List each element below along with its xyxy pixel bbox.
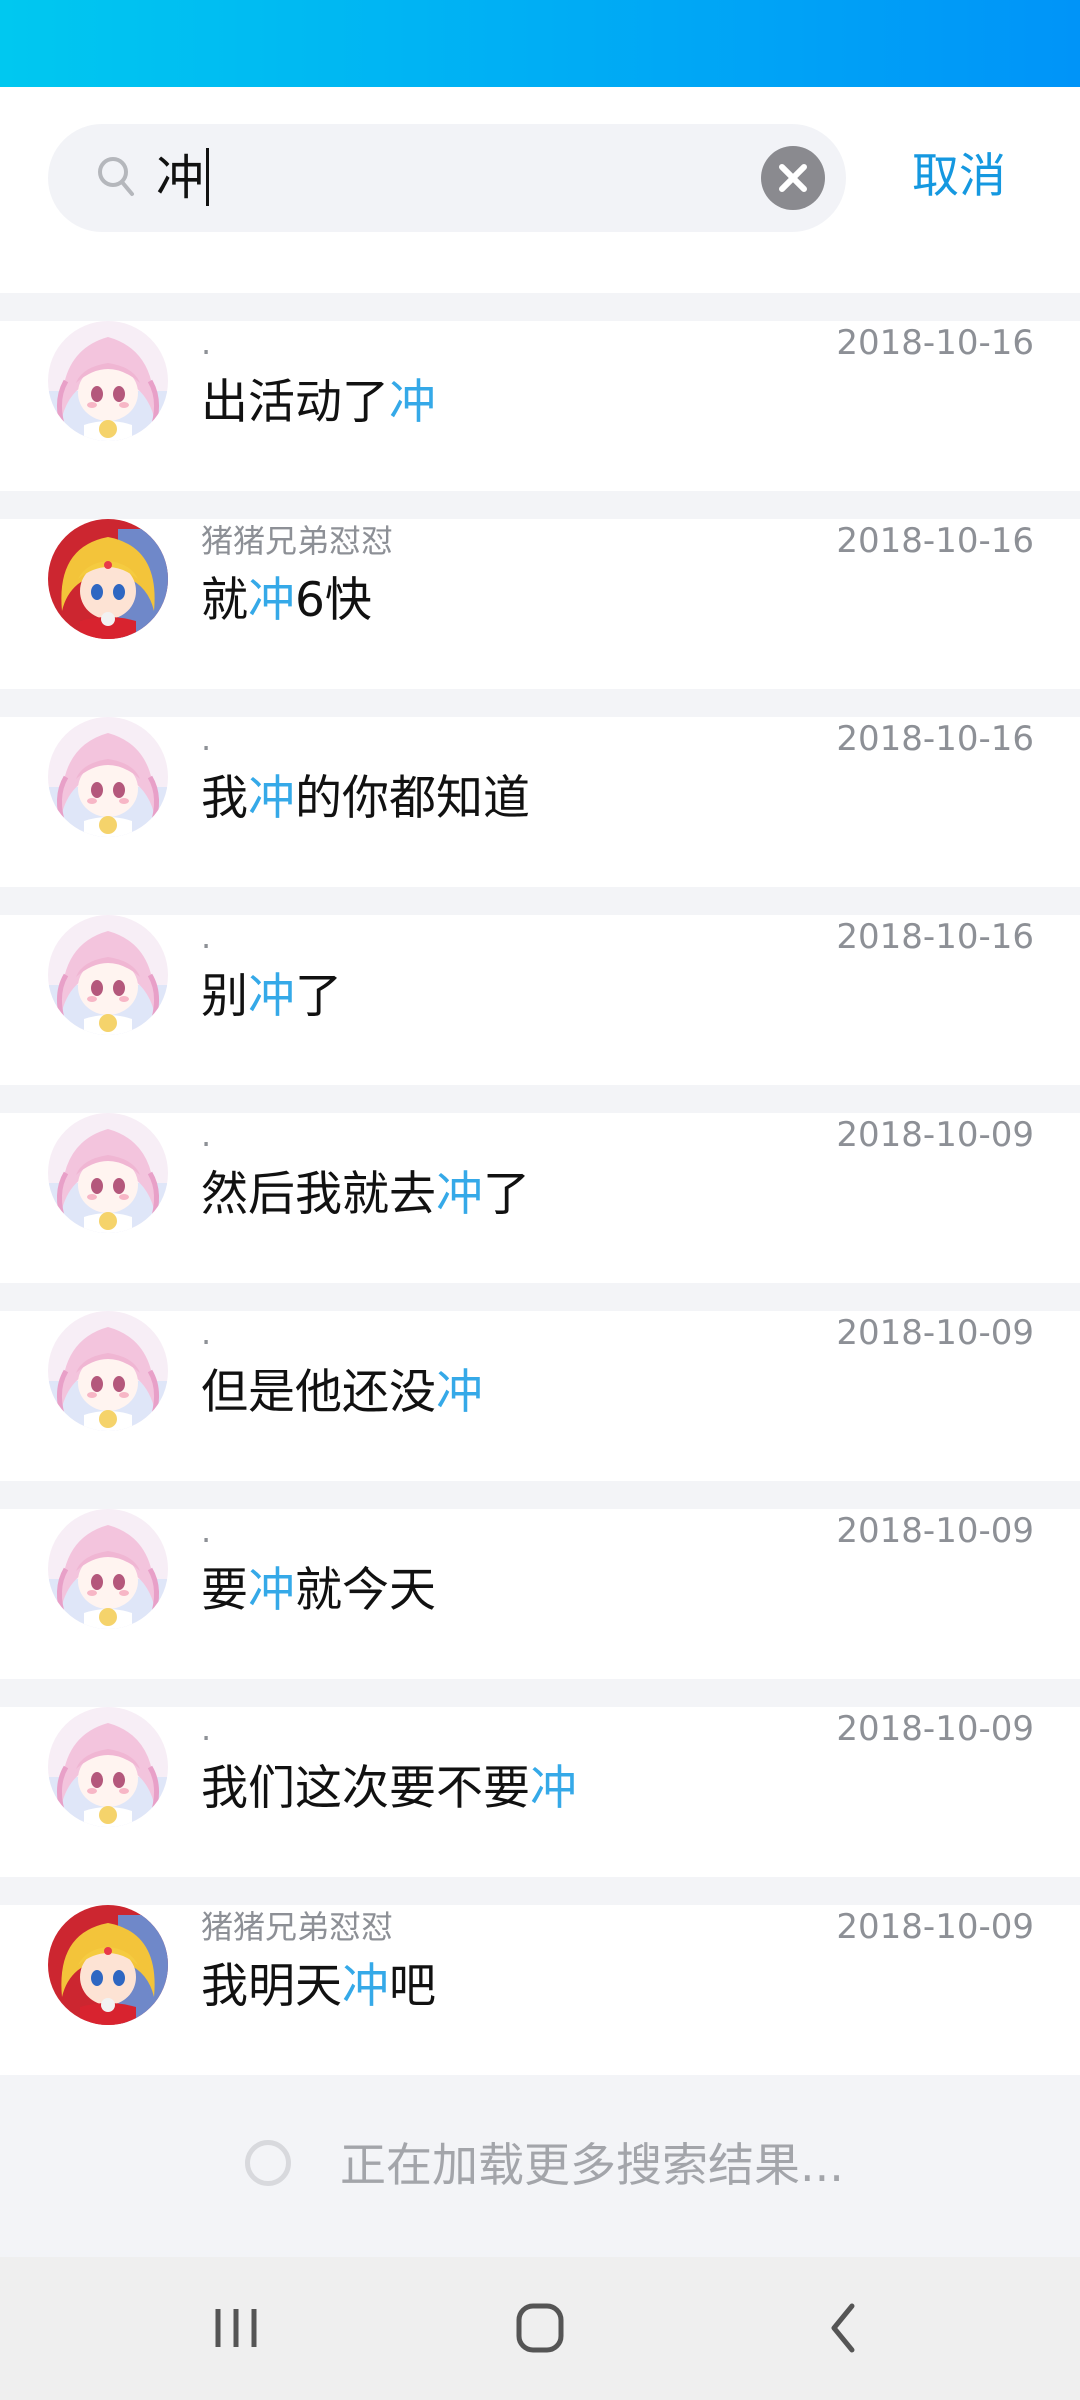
sailor-avatar <box>48 1905 168 2025</box>
message-timestamp: 2018-10-09 <box>836 1709 1034 1749</box>
message-timestamp: 2018-10-16 <box>836 323 1034 363</box>
message-text: 别冲了 <box>201 965 342 1029</box>
cancel-button[interactable]: 取消 <box>912 147 1006 207</box>
message-text-segment: 出活动了 <box>201 375 389 430</box>
loading-text: 正在加载更多搜索结果... <box>340 2138 844 2192</box>
sender-name: 猪猪兄弟怼怼 <box>201 1908 394 1946</box>
sailor-avatar <box>48 519 168 639</box>
message-text-segment: 的你都知道 <box>295 771 530 826</box>
close-icon <box>779 164 807 192</box>
message-text-segment: 我 <box>201 771 248 826</box>
back-icon[interactable] <box>804 2293 884 2363</box>
message-text: 但是他还没冲 <box>201 1361 483 1425</box>
search-result-item[interactable]: 猪猪兄弟怼怼 2018-10-09 我明天冲吧 <box>0 1905 1080 2075</box>
search-input[interactable]: 冲 <box>48 124 846 232</box>
sender-name: . <box>201 1512 212 1550</box>
text-caret <box>206 148 210 206</box>
message-text-segment: 然后我就去 <box>201 1167 436 1222</box>
keyword-highlight: 冲 <box>248 1563 295 1618</box>
message-timestamp: 2018-10-16 <box>836 917 1034 957</box>
message-text-segment: 6快 <box>295 573 372 628</box>
message-text: 出活动了冲 <box>201 371 436 435</box>
message-text-segment: 我明天 <box>201 1959 342 2014</box>
status-bar <box>0 0 1080 87</box>
system-navigation-bar <box>0 2257 1080 2400</box>
message-text-segment: 吧 <box>389 1959 436 2014</box>
message-text-segment: 就 <box>201 573 248 628</box>
keyword-highlight: 冲 <box>248 969 295 1024</box>
message-text-segment: 我们这次要不要 <box>201 1761 530 1816</box>
pink-girl-avatar <box>48 1113 168 1233</box>
loading-more: 正在加载更多搜索结果... <box>0 2077 1080 2257</box>
message-text: 要冲就今天 <box>201 1559 436 1623</box>
message-timestamp: 2018-10-09 <box>836 1115 1034 1155</box>
message-text-segment: 了 <box>295 969 342 1024</box>
search-result-item[interactable]: . 2018-10-16 别冲了 <box>0 915 1080 1085</box>
message-text: 我们这次要不要冲 <box>201 1757 577 1821</box>
keyword-highlight: 冲 <box>248 573 295 628</box>
search-result-item[interactable]: . 2018-10-09 但是他还没冲 <box>0 1311 1080 1481</box>
message-timestamp: 2018-10-16 <box>836 521 1034 561</box>
message-text: 然后我就去冲了 <box>201 1163 530 1227</box>
message-timestamp: 2018-10-09 <box>836 1313 1034 1353</box>
sender-name: . <box>201 918 212 956</box>
message-text-segment: 了 <box>483 1167 530 1222</box>
search-result-item[interactable]: . 2018-10-09 我们这次要不要冲 <box>0 1707 1080 1877</box>
message-text: 就冲6快 <box>201 569 372 633</box>
message-timestamp: 2018-10-09 <box>836 1511 1034 1551</box>
sender-name: . <box>201 720 212 758</box>
search-query-text: 冲 <box>156 146 210 210</box>
sender-name: 猪猪兄弟怼怼 <box>201 522 394 560</box>
sender-name: . <box>201 1710 212 1748</box>
recent-apps-icon[interactable] <box>196 2293 276 2363</box>
search-result-item[interactable]: . 2018-10-09 要冲就今天 <box>0 1509 1080 1679</box>
search-header: 冲 取消 <box>0 87 1080 293</box>
keyword-highlight: 冲 <box>530 1761 577 1816</box>
search-result-item[interactable]: . 2018-10-09 然后我就去冲了 <box>0 1113 1080 1283</box>
search-result-item[interactable]: . 2018-10-16 我冲的你都知道 <box>0 717 1080 887</box>
sender-name: . <box>201 1116 212 1154</box>
keyword-highlight: 冲 <box>389 375 436 430</box>
message-text-segment: 要 <box>201 1563 248 1618</box>
loading-spinner-icon <box>245 2140 291 2186</box>
message-text: 我明天冲吧 <box>201 1955 436 2019</box>
message-timestamp: 2018-10-16 <box>836 719 1034 759</box>
pink-girl-avatar <box>48 717 168 837</box>
message-text: 我冲的你都知道 <box>201 767 530 831</box>
pink-girl-avatar <box>48 1509 168 1629</box>
pink-girl-avatar <box>48 915 168 1035</box>
pink-girl-avatar <box>48 1707 168 1827</box>
keyword-highlight: 冲 <box>436 1167 483 1222</box>
message-text-segment: 但是他还没 <box>201 1365 436 1420</box>
search-result-item[interactable]: . 2018-10-16 出活动了冲 <box>0 321 1080 491</box>
keyword-highlight: 冲 <box>248 771 295 826</box>
sender-name: . <box>201 1314 212 1352</box>
message-timestamp: 2018-10-09 <box>836 1907 1034 1947</box>
home-icon[interactable] <box>500 2293 580 2363</box>
pink-girl-avatar <box>48 321 168 441</box>
keyword-highlight: 冲 <box>342 1959 389 2014</box>
keyword-highlight: 冲 <box>436 1365 483 1420</box>
pink-girl-avatar <box>48 1311 168 1431</box>
sender-name: . <box>201 324 212 362</box>
message-text-segment: 就今天 <box>295 1563 436 1618</box>
message-text-segment: 别 <box>201 969 248 1024</box>
clear-search-button[interactable] <box>761 146 825 210</box>
search-icon <box>98 157 134 196</box>
search-result-item[interactable]: 猪猪兄弟怼怼 2018-10-16 就冲6快 <box>0 519 1080 689</box>
